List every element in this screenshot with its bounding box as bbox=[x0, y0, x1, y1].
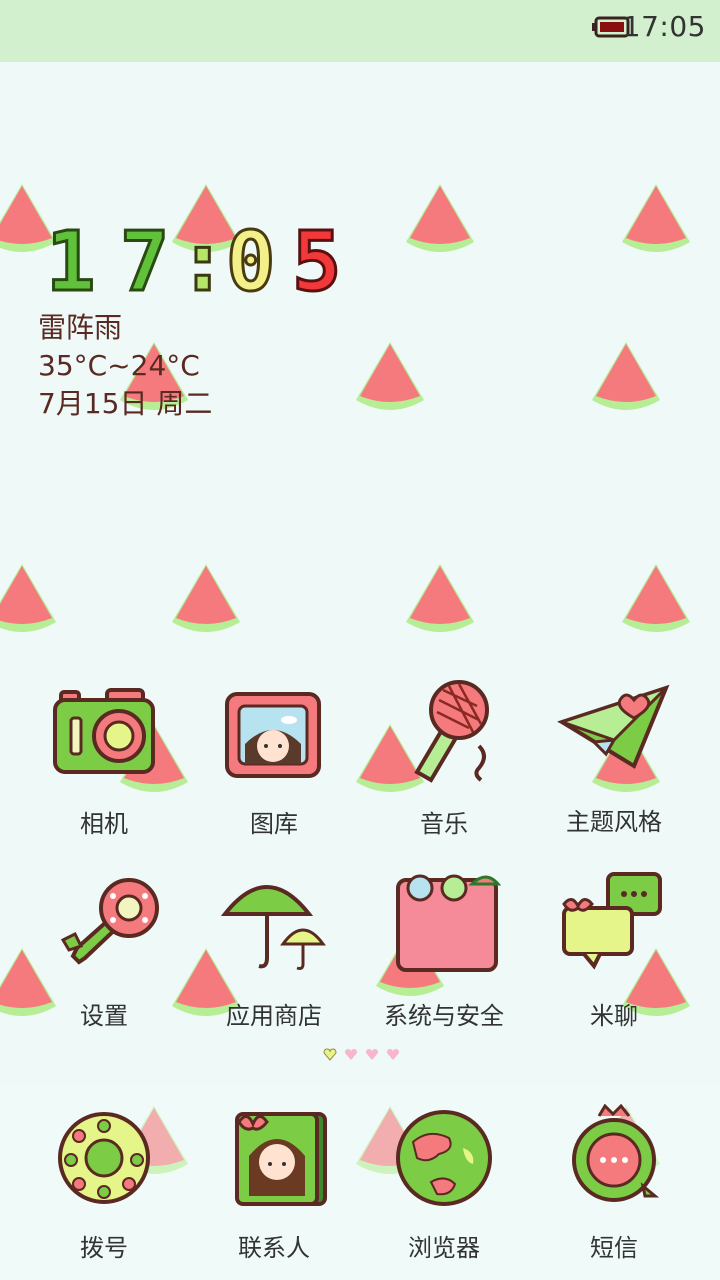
app-label: 图库 bbox=[250, 810, 298, 838]
weather-widget[interactable]: 雷阵雨 35°C~24°C 7月15日 周二 bbox=[38, 310, 212, 424]
dock-contacts[interactable]: 联系人 bbox=[189, 1106, 359, 1263]
page-dot bbox=[366, 1049, 378, 1060]
app-label: 应用商店 bbox=[226, 1002, 322, 1030]
app-label: 设置 bbox=[80, 1002, 128, 1030]
app-label: 相机 bbox=[80, 810, 128, 838]
watermelon-slice bbox=[356, 342, 424, 410]
clock-minute-ones: 5 bbox=[290, 215, 342, 310]
app-music[interactable]: 音乐 bbox=[359, 676, 529, 839]
app-mitalk[interactable]: 米聊 bbox=[529, 866, 699, 1031]
clock-hour-tens: 1 bbox=[44, 215, 96, 310]
clock-hour-ones: 7 bbox=[118, 215, 170, 310]
dock-dialer[interactable]: 拨号 bbox=[19, 1108, 189, 1263]
app-store-icon bbox=[220, 885, 326, 970]
clock-separator: : bbox=[176, 215, 228, 310]
browser-icon bbox=[396, 1110, 492, 1206]
clock-minute-tens: 0 bbox=[224, 215, 276, 310]
watermelon-slice bbox=[172, 564, 240, 632]
watermelon-slice bbox=[622, 184, 690, 252]
music-icon bbox=[414, 680, 489, 783]
app-system-security[interactable]: 系统与安全 bbox=[359, 870, 529, 1031]
app-label: 联系人 bbox=[238, 1234, 310, 1262]
app-gallery[interactable]: 图库 bbox=[189, 684, 359, 839]
page-dot bbox=[387, 1049, 399, 1060]
app-store[interactable]: 应用商店 bbox=[189, 868, 359, 1031]
app-label: 短信 bbox=[590, 1234, 638, 1262]
dock-messages[interactable]: 短信 bbox=[529, 1104, 699, 1263]
camera-icon bbox=[53, 688, 155, 774]
app-label: 浏览器 bbox=[408, 1234, 480, 1262]
watermelon-slice bbox=[406, 184, 474, 252]
messages-icon bbox=[572, 1104, 660, 1202]
dock-browser[interactable]: 浏览器 bbox=[359, 1108, 529, 1263]
gallery-icon bbox=[225, 692, 321, 778]
theme-icon bbox=[557, 684, 670, 769]
app-label: 音乐 bbox=[420, 810, 468, 838]
page-indicator[interactable] bbox=[323, 1048, 403, 1062]
page-dot-active bbox=[323, 1048, 337, 1061]
page-dot bbox=[345, 1049, 357, 1060]
dialer-icon bbox=[58, 1112, 150, 1204]
app-label: 主题风格 bbox=[566, 808, 662, 836]
watermelon-slice bbox=[0, 564, 56, 632]
security-folder-icon bbox=[396, 874, 502, 972]
watermelon-slice bbox=[406, 564, 474, 632]
status-bar: 17:05 bbox=[0, 0, 720, 62]
weather-temperature: 35°C~24°C bbox=[38, 349, 200, 382]
app-label: 拨号 bbox=[80, 1234, 128, 1262]
settings-icon bbox=[60, 878, 159, 965]
app-theme[interactable]: 主题风格 bbox=[529, 682, 699, 837]
mitalk-icon bbox=[562, 872, 662, 970]
watermelon-slice bbox=[592, 342, 660, 410]
weather-condition: 雷阵雨 bbox=[38, 311, 123, 344]
status-time: 17:05 bbox=[622, 10, 706, 43]
app-camera[interactable]: 相机 bbox=[19, 684, 189, 839]
app-settings[interactable]: 设置 bbox=[19, 876, 189, 1031]
contacts-icon bbox=[235, 1112, 327, 1206]
app-label: 系统与安全 bbox=[384, 1002, 504, 1030]
app-label: 米聊 bbox=[590, 1002, 638, 1030]
weather-date: 7月15日 周二 bbox=[38, 387, 213, 420]
watermelon-slice bbox=[622, 564, 690, 632]
